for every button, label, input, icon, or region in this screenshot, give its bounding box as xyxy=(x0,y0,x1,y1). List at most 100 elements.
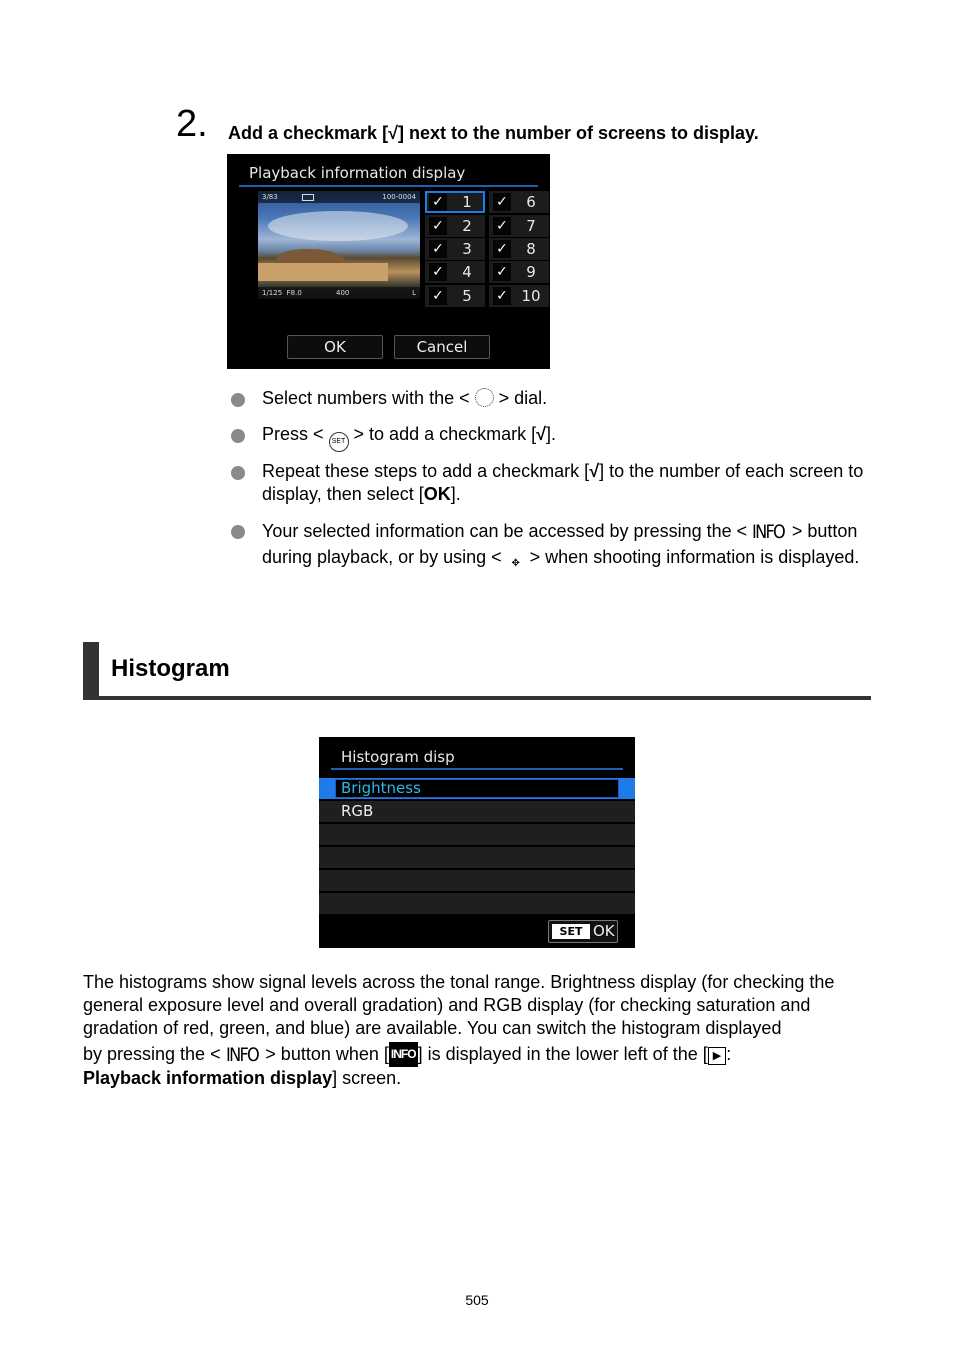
bullet-text: Repeat these steps to add a checkmark [√… xyxy=(262,460,872,506)
paragraph-line: Playback information display] screen. xyxy=(83,1068,401,1088)
histogram-description: The histograms show signal levels across… xyxy=(83,971,883,1090)
text: : xyxy=(726,1044,732,1064)
playback-icon: ▶ xyxy=(707,1047,727,1065)
cancel-button[interactable]: Cancel xyxy=(394,335,490,359)
section-underline xyxy=(83,696,871,700)
option-label: RGB xyxy=(341,802,374,820)
ok-label: OK xyxy=(593,922,615,940)
set-button-icon: SET xyxy=(328,432,349,452)
section-title: Histogram xyxy=(111,655,230,682)
option-number: 8 xyxy=(526,240,536,258)
thumbnail-clouds xyxy=(268,211,408,241)
text: Select numbers with the < xyxy=(262,388,475,408)
text: Repeat these steps to add a checkmark [ xyxy=(262,461,590,481)
bullet-text: Your selected information can be accesse… xyxy=(262,519,872,573)
bullet-text: Select numbers with the < > dial. xyxy=(262,387,872,410)
preview-thumbnail: 3/83 100-0004 1/125 F8.0 400 L xyxy=(258,191,420,299)
step-text-before: Add a checkmark [ xyxy=(228,123,389,143)
text: Your selected information can be accesse… xyxy=(262,521,753,541)
option-number: 6 xyxy=(526,193,536,211)
bullet-dot xyxy=(231,429,245,443)
paragraph-text: The histograms show signal levels across… xyxy=(83,972,835,1038)
checkbox-icon: ✓ xyxy=(429,240,447,258)
info-button-icon: INFO xyxy=(225,1044,260,1066)
option-number: 9 xyxy=(526,263,536,281)
checkbox-icon: ✓ xyxy=(429,263,447,281)
set-label: SET xyxy=(552,924,590,939)
image-quality: L xyxy=(412,289,416,297)
screen-option-9[interactable]: ✓ 9 xyxy=(489,261,549,283)
step-text-after: ] next to the number of screens to displ… xyxy=(397,123,759,143)
empty-row xyxy=(319,870,635,891)
screen-option-5[interactable]: ✓ 5 xyxy=(425,285,485,307)
aperture: F8.0 xyxy=(286,289,302,297)
screen-option-8[interactable]: ✓ 8 xyxy=(489,238,549,260)
screen-number-grid: ✓ 1 ✓ 2 ✓ 3 ✓ 4 ✓ 5 ✓ 6 ✓ 7 ✓ 8 ✓ 9 ✓ 10 xyxy=(425,191,550,308)
step-number: 2. xyxy=(176,103,208,145)
page-number: 505 xyxy=(465,1292,489,1308)
checkmark-icon: √ xyxy=(536,424,547,444)
empty-row xyxy=(319,824,635,845)
thumbnail-town xyxy=(258,263,388,281)
battery-icon xyxy=(302,194,314,201)
bullet-dot xyxy=(231,393,245,407)
option-number: 1 xyxy=(462,193,472,211)
screen-title: Histogram disp xyxy=(341,748,455,766)
option-label: Brightness xyxy=(341,779,421,797)
checkbox-icon: ✓ xyxy=(429,287,447,305)
text: by pressing the < xyxy=(83,1044,226,1064)
checkbox-icon: ✓ xyxy=(493,287,511,305)
option-brightness[interactable]: Brightness xyxy=(319,778,635,799)
main-dial-icon xyxy=(474,388,494,407)
bold-menu-name: Playback information display xyxy=(83,1068,333,1088)
checkbox-icon: ✓ xyxy=(493,193,511,211)
ok-button[interactable]: OK xyxy=(287,335,383,359)
text: ]. xyxy=(450,484,461,504)
text: ] screen. xyxy=(332,1068,402,1088)
set-ok-button[interactable]: SET OK xyxy=(548,920,618,943)
bullet-dot xyxy=(231,525,245,539)
checkmark-icon: √ xyxy=(388,123,398,143)
screen-option-2[interactable]: ✓ 2 xyxy=(425,215,485,237)
checkmark-icon: √ xyxy=(589,461,600,481)
screen-option-1[interactable]: ✓ 1 xyxy=(425,191,485,213)
checkbox-icon: ✓ xyxy=(493,217,511,235)
option-rgb[interactable]: RGB xyxy=(319,801,635,822)
file-number: 100-0004 xyxy=(382,193,416,201)
screen-title: Playback information display xyxy=(249,164,466,182)
text: > button when [ xyxy=(260,1044,389,1064)
thumbnail-bottom-bar: 1/125 F8.0 400 L xyxy=(258,287,420,299)
info-button-icon: INFO xyxy=(752,521,786,543)
exposure-values: 1/125 F8.0 xyxy=(262,287,302,299)
screen-option-6[interactable]: ✓ 6 xyxy=(489,191,549,213)
screen-option-10[interactable]: ✓ 10 xyxy=(489,285,549,307)
text: > dial. xyxy=(493,388,548,408)
text: > when shooting information is displayed… xyxy=(524,547,860,567)
option-number: 10 xyxy=(521,287,541,305)
screen-option-4[interactable]: ✓ 4 xyxy=(425,261,485,283)
paragraph-line: by pressing the < INFO > button when [IN… xyxy=(83,1042,883,1067)
text: > to add a checkmark [ xyxy=(348,424,537,444)
frame-counter: 3/83 xyxy=(262,193,278,201)
empty-row xyxy=(319,847,635,868)
histogram-disp-screen: Histogram disp Brightness RGB SET OK xyxy=(319,737,635,948)
step-instruction: Add a checkmark [√] next to the number o… xyxy=(228,123,759,144)
iso-value: 400 xyxy=(336,289,350,297)
screen-option-7[interactable]: ✓ 7 xyxy=(489,215,549,237)
bullet-text: Press < SET > to add a checkmark [√]. xyxy=(262,423,872,452)
empty-row xyxy=(319,893,635,914)
checkbox-icon: ✓ xyxy=(493,263,511,281)
bullet-dot xyxy=(231,466,245,480)
info-indicator-icon: INFO xyxy=(388,1042,418,1067)
shutter-speed: 1/125 xyxy=(262,289,283,297)
text: ] is displayed in the lower left of the … xyxy=(417,1044,708,1064)
title-divider xyxy=(239,185,538,187)
checkbox-icon: ✓ xyxy=(493,240,511,258)
ok-label: OK xyxy=(423,484,451,504)
checkbox-icon: ✓ xyxy=(429,217,447,235)
screen-option-3[interactable]: ✓ 3 xyxy=(425,238,485,260)
text: Press < xyxy=(262,424,329,444)
title-divider xyxy=(331,768,623,770)
option-number: 3 xyxy=(462,240,472,258)
multi-controller-icon: ✥ xyxy=(511,558,520,569)
